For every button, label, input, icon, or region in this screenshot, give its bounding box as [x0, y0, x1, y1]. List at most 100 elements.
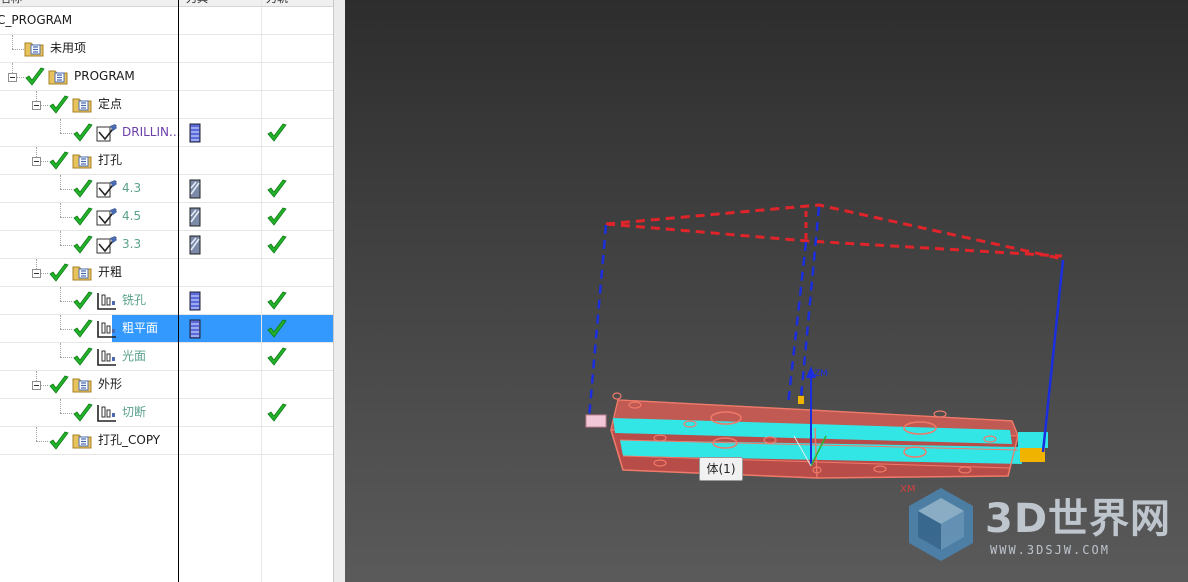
- tree-row-label[interactable]: 铣孔: [122, 293, 146, 308]
- column-divider: [261, 0, 262, 582]
- tree-row[interactable]: 光面: [0, 343, 333, 371]
- tree-row[interactable]: 开粗: [0, 259, 333, 287]
- drill-operation-icon: [96, 179, 118, 202]
- toolpath-rapid[interactable]: [605, 203, 1064, 261]
- collapse-toggle[interactable]: [32, 381, 41, 390]
- drill-operation-icon: [96, 235, 118, 258]
- drill-tool-icon: [189, 123, 201, 146]
- toolpath-check-icon: [266, 235, 288, 255]
- watermark-url: WWW.3DSJW.COM: [990, 543, 1110, 557]
- collapse-toggle[interactable]: [32, 269, 41, 278]
- part-body[interactable]: [585, 392, 1048, 479]
- status-check-icon: [72, 347, 94, 367]
- drill-operation-icon: [96, 123, 118, 146]
- program-folder-icon: [72, 431, 92, 452]
- tree-row[interactable]: 外形: [0, 371, 333, 399]
- tree-row-label[interactable]: 切断: [122, 405, 146, 420]
- tree-row[interactable]: 4.3: [0, 175, 333, 203]
- tree-connector: [60, 119, 61, 133]
- column-divider: [178, 0, 179, 582]
- tree-row-label[interactable]: 4.3: [122, 181, 141, 196]
- tree-row[interactable]: 打孔: [0, 147, 333, 175]
- tree-row[interactable]: 4.5: [0, 203, 333, 231]
- collapse-toggle[interactable]: [32, 101, 41, 110]
- program-folder-icon: [72, 375, 92, 396]
- watermark-logo: [909, 488, 973, 561]
- tree-connector: [36, 427, 37, 441]
- tree-connector: [60, 287, 61, 301]
- status-check-icon: [72, 235, 94, 255]
- tree-row[interactable]: 切断: [0, 399, 333, 427]
- axis-label: XM: [900, 484, 916, 495]
- toolpath-check-icon: [266, 319, 288, 339]
- status-check-icon: [48, 263, 70, 283]
- tree-row-label[interactable]: 粗平面: [122, 321, 158, 336]
- program-folder-icon: [72, 263, 92, 284]
- tree-row[interactable]: DRILLIN...: [0, 119, 333, 147]
- tree-row-label[interactable]: 打孔_COPY: [98, 433, 160, 448]
- svg-text:ZM: ZM: [814, 369, 828, 379]
- tree-row-label[interactable]: 3.3: [122, 237, 141, 252]
- mill-tool-icon: [189, 291, 201, 314]
- tree-row-label[interactable]: 光面: [122, 349, 146, 364]
- status-check-icon: [48, 431, 70, 451]
- tree-connector: [60, 133, 72, 134]
- status-check-icon: [72, 179, 94, 199]
- tree-connector: [60, 343, 61, 357]
- tree-connector: [60, 413, 72, 414]
- tree-row-label[interactable]: 4.5: [122, 209, 141, 224]
- model-view: ZM: [585, 203, 1065, 561]
- mill-operation-icon: [96, 291, 118, 314]
- mill-operation-icon: [96, 319, 118, 342]
- tree-row-label[interactable]: 开粗: [98, 265, 122, 280]
- tree-row-label[interactable]: 外形: [98, 377, 122, 392]
- tree-row-label[interactable]: 定点: [98, 97, 122, 112]
- program-folder-icon: [24, 39, 44, 60]
- tree-row-label[interactable]: NC_PROGRAM: [0, 13, 72, 28]
- program-folder-icon: [72, 95, 92, 116]
- operation-navigator: 名称 刀具 刀轨 NC_PROGRAM 未用项 PROGRAM 定点DRILLIN..…: [0, 0, 333, 582]
- tree-row[interactable]: 未用项: [0, 35, 333, 63]
- column-name-header[interactable]: 名称: [0, 0, 22, 6]
- tree-connector: [12, 35, 13, 49]
- collapse-toggle[interactable]: [8, 73, 17, 82]
- tree-row-label[interactable]: DRILLIN...: [122, 125, 180, 140]
- drill-bit-icon: [189, 179, 201, 202]
- tree-row-label[interactable]: 未用项: [50, 41, 86, 56]
- tree-row[interactable]: 打孔_COPY: [0, 427, 333, 455]
- tree-row[interactable]: 粗平面: [0, 315, 333, 343]
- toolpath-check-icon: [266, 403, 288, 423]
- tree-row-label[interactable]: 打孔: [98, 153, 122, 168]
- tree-connector: [60, 245, 72, 246]
- drill-operation-icon: [96, 207, 118, 230]
- status-check-icon: [72, 207, 94, 227]
- tree-row[interactable]: 铣孔: [0, 287, 333, 315]
- collapse-toggle[interactable]: [32, 157, 41, 166]
- tree-connector: [36, 441, 48, 442]
- tree-connector: [60, 357, 72, 358]
- column-header: 名称 刀具 刀轨: [0, 0, 333, 7]
- tree-row[interactable]: PROGRAM: [0, 63, 333, 91]
- column-tool-header[interactable]: 刀具: [186, 0, 208, 6]
- tree-row[interactable]: NC_PROGRAM: [0, 7, 333, 35]
- column-path-header[interactable]: 刀轨: [266, 0, 288, 6]
- tree-connector: [60, 231, 61, 245]
- toolpath-check-icon: [266, 347, 288, 367]
- mill-operation-icon: [96, 347, 118, 370]
- toolpath-check-icon: [266, 291, 288, 311]
- tree-connector: [60, 203, 61, 217]
- status-check-icon: [72, 319, 94, 339]
- tree-connector: [60, 217, 72, 218]
- tree-row[interactable]: 定点: [0, 91, 333, 119]
- drill-bit-icon: [189, 207, 201, 230]
- status-check-icon: [72, 291, 94, 311]
- drill-bit-icon: [189, 235, 201, 258]
- tree-row[interactable]: 3.3: [0, 231, 333, 259]
- graphics-viewport[interactable]: ZM XM: [345, 0, 1188, 582]
- program-folder-icon: [48, 67, 68, 88]
- tree-row-label[interactable]: PROGRAM: [74, 69, 135, 84]
- toolpath-check-icon: [266, 207, 288, 227]
- selection-tooltip: 体(1): [699, 457, 743, 481]
- status-check-icon: [72, 403, 94, 423]
- mill-tool-icon: [189, 319, 201, 342]
